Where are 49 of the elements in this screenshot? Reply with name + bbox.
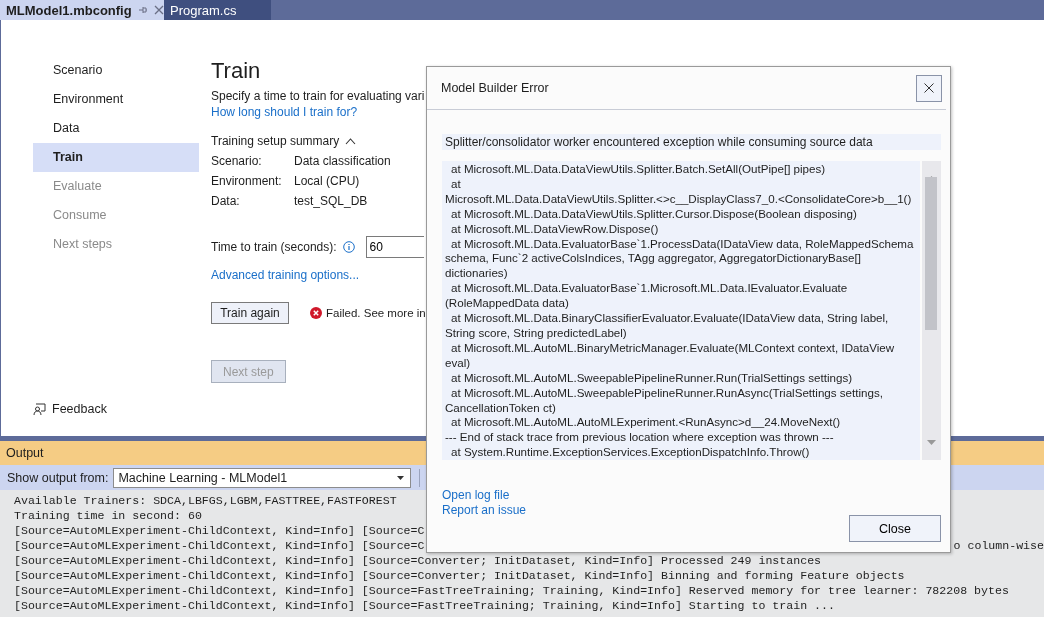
dialog-title: Model Builder Error: [441, 81, 549, 95]
close-icon[interactable]: [153, 5, 164, 15]
log-line: Training time in second: 60: [14, 508, 202, 523]
sidebar-item[interactable]: Data: [33, 114, 199, 143]
error-message: Splitter/consolidator worker encountered exception while consuming source data: [442, 134, 941, 150]
log-line: [Source=AutoMLExperiment-ChildContext, Kind=Info] [Source=FastTreeTraining; Training, Kind=Info] Reserved memory for tree learner: 782208 bytes: [14, 583, 1009, 598]
pin-icon[interactable]: [137, 5, 148, 15]
log-line: [Source=AutoMLExperiment-ChildContext, Kind=Info] [Source=C: [14, 523, 425, 538]
train-again-button[interactable]: Train again: [211, 302, 289, 324]
field-label: Show output from:: [7, 470, 109, 485]
chevron-icon: [345, 137, 357, 145]
status-text: Failed. See more in: [326, 307, 426, 319]
feedback-link[interactable]: Feedback: [33, 402, 199, 416]
log-line: Available Trainers: SDCA,LBFGS,LGBM,FASTTREE,FASTFOREST: [14, 493, 397, 508]
summary-toggle[interactable]: Training setup summary: [211, 133, 357, 149]
stack-trace: at Microsoft.ML.Data.DataViewUtils.Splitter.Batch.SetAll(OutPipe[] pipes) at Microsoft.ML.Data.DataViewUtils.Splitter.<>c__DisplayClass7_0.<ConsolidateCore>b__1() at Microsoft.ML.Data.DataViewUtils.Splitter.Cursor.Dispose(Boolean disposing) at Microsoft.ML.DataViewRow.Dispose() at Microsoft.ML.Data.EvaluatorBase`1.ProcessData(IDataView data, RoleMappedSchema schema, Func`2 activeColsIndices, TAgg aggregator, AggregatorDictionaryBase[] dictionaries) at Microsoft.ML.Data.EvaluatorBase`1.Microsoft.ML.Data.IEvaluator.Evaluate (RoleMappedData data) at Microsoft.ML.Data.BinaryClassifierEvaluator.Evaluate(IDataView data, String label, String score, String predictedLabel) at Microsoft.ML.AutoML.BinaryMetricManager.Evaluate(MLContext context, IDataView eval) at Microsoft.ML.AutoML.SweepablePipelineRunner.Run(TrialSettings settings) at Microsoft.ML.AutoML.SweepablePipelineRunner.RunAsync(TrialSettings settings, CancellationToken ct) at Microsoft.ML.AutoML.AutoMLExperiment.<RunAsync>d__24.MoveNext() --- End of stack trace from previous location where exception was thrown --- at System.Runtime.ExceptionServices.ExceptionDispatchInfo.Throw(): [442, 161, 920, 460]
dialog-link[interactable]: Report an issue: [442, 503, 527, 518]
feedback-icon: [33, 402, 46, 416]
field-label: Time to train (seconds):: [211, 240, 337, 254]
close-button[interactable]: [916, 74, 942, 102]
page-title: Train: [211, 58, 262, 84]
summary-value: Data classification: [294, 154, 391, 168]
summary-value: test_SQL_DB: [294, 194, 368, 208]
summary-label: Environment:: [211, 174, 282, 188]
log-line: [Source=AutoMLExperiment-ChildContext, Kind=Info] [Source=FastTreeTraining; Training, Kind=Info] Starting to train ...: [14, 598, 835, 613]
log-line: [Source=AutoMLExperiment-ChildContext, Kind=Info] [Source=Converter; InitDataset, Kind=Info] Processed 249 instances: [14, 553, 822, 568]
next-step-button: Next step: [211, 360, 286, 383]
summary-label: Scenario:: [211, 154, 262, 168]
log-line: o column-wise: [953, 538, 1044, 553]
summary-label: Data:: [211, 194, 240, 208]
sidebar-item[interactable]: Environment: [33, 85, 199, 114]
description-text: Specify a time to train for evaluating vari: [211, 88, 426, 104]
close-button[interactable]: Close: [849, 515, 941, 542]
sidebar-item[interactable]: Train: [33, 143, 199, 172]
time-input[interactable]: 60: [365, 236, 424, 258]
help-link[interactable]: How long should I train for?: [211, 104, 358, 120]
close-icon: [924, 83, 934, 93]
dialog-link[interactable]: Open log file: [442, 488, 510, 503]
error-icon: [310, 307, 322, 319]
advanced-options-link[interactable]: Advanced training options...: [211, 267, 360, 283]
output-source-dropdown[interactable]: Machine Learning - MLModel1: [113, 467, 412, 488]
file-tab[interactable]: Program.cs: [164, 0, 271, 20]
dropdown-arrow-icon: [397, 475, 405, 480]
info-icon[interactable]: [342, 241, 355, 253]
sidebar-item[interactable]: Scenario: [33, 56, 199, 85]
log-line: [Source=AutoMLExperiment-ChildContext, Kind=Info] [Source=Converter; InitDataset, Kind=Info] Binning and forming Feature objects: [14, 568, 905, 583]
summary-value: Local (CPU): [294, 174, 360, 188]
file-tab[interactable]: MLModel1.mbconfig: [0, 0, 164, 20]
log-line: [Source=AutoMLExperiment-ChildContext, Kind=Info] [Source=C: [14, 538, 425, 553]
